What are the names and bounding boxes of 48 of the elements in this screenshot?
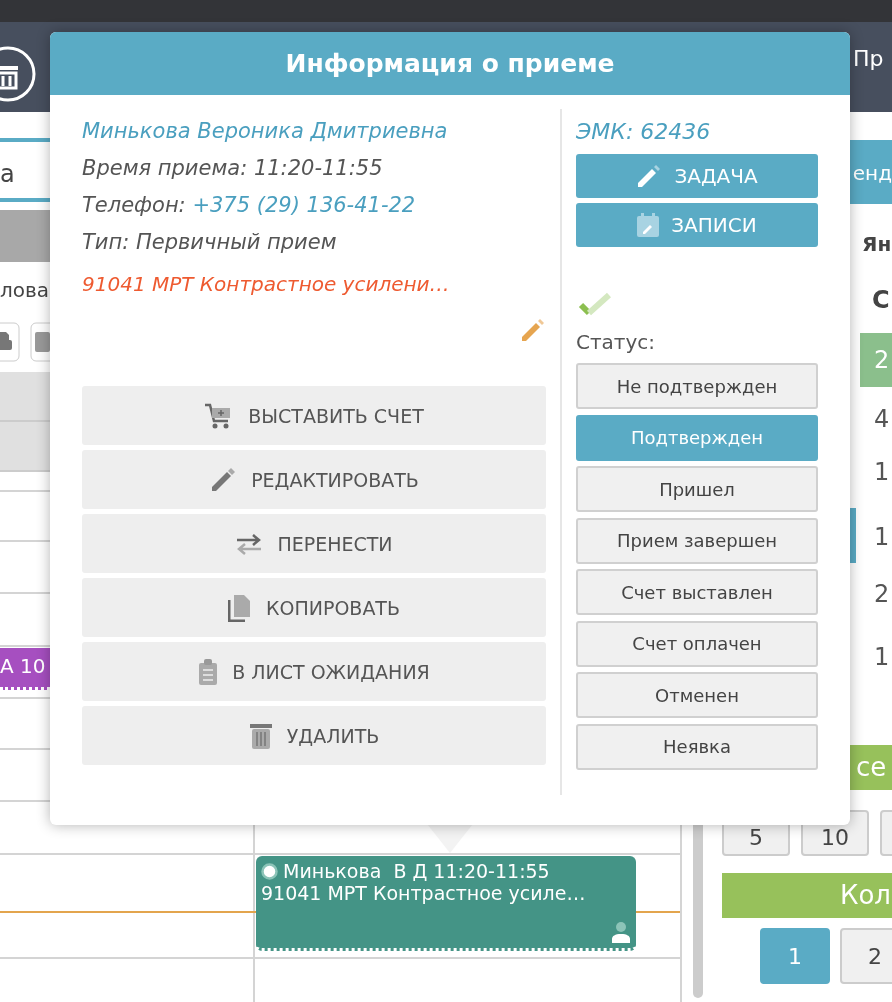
appointment-time: Время приема: 11:20-11:55 [82, 155, 384, 182]
status-button[interactable]: Пришел [576, 466, 818, 512]
circle-icon [261, 862, 278, 880]
appointment-title: Минькова В Д 11:20-11:55 [283, 860, 550, 882]
appointment-type: Тип: Первичный прием [82, 229, 338, 256]
status-label: Статус: [576, 329, 657, 356]
printer-icon[interactable] [0, 322, 20, 362]
action-button[interactable]: КОПИРОВАТЬ [82, 578, 546, 637]
calendar-day[interactable]: 1 [860, 445, 892, 499]
trash-icon [248, 721, 273, 750]
calendar-icon [637, 213, 660, 237]
status-button[interactable]: Прием завершен [576, 517, 818, 564]
action-button[interactable]: УДАЛИТЬ [82, 706, 546, 765]
calendar-day[interactable]: 1 [860, 630, 892, 684]
action-button[interactable]: ВЫСТАВИТЬ СЧЕТ [82, 386, 546, 445]
clipboard-icon[interactable] [30, 322, 50, 362]
record-number: ЭМК: 62436 [576, 118, 712, 146]
month-label: Ян [862, 232, 892, 256]
action-button[interactable]: РЕДАКТИРОВАТЬ [82, 450, 546, 509]
status-button[interactable]: Счет выставлен [576, 569, 818, 615]
field-label: лова [0, 278, 50, 302]
calendar-day[interactable]: 1 [860, 510, 892, 564]
clipboard-icon [198, 657, 219, 686]
phone-label: Телефон: [82, 193, 186, 217]
pencil-icon [209, 465, 238, 494]
status-button[interactable]: Неявка [576, 723, 818, 770]
status-button[interactable]: Не подтвержден [576, 363, 818, 409]
panel-title: енд [852, 161, 892, 185]
pencil-icon [636, 163, 663, 189]
service-name: 91041 МРТ Контрастное усилени… [82, 271, 451, 298]
weekday-label: С [872, 286, 890, 314]
action-button[interactable]: ПЕРЕНЕСТИ [82, 514, 546, 573]
swap-arrows-icon [235, 532, 264, 555]
dialog-title: Информация о приеме [285, 49, 615, 78]
action-button[interactable]: В ЛИСТ ОЖИДАНИЯ [82, 642, 546, 701]
copy-icon [228, 593, 252, 622]
menu-item[interactable]: Пр [853, 46, 884, 71]
appointment-detail: 91041 МРТ Контрастное усиле… [261, 882, 587, 904]
status-button[interactable]: Отменен [576, 672, 818, 718]
appointment-block[interactable]: А 10 [0, 648, 50, 690]
page-button[interactable]: 2 [840, 928, 892, 984]
status-button[interactable]: Счет оплачен [576, 620, 818, 667]
calendar-day[interactable]: 4 [860, 392, 892, 446]
person-icon [611, 921, 631, 943]
calendar-day[interactable]: 2 [860, 567, 892, 621]
banner-text: се [856, 752, 887, 782]
banner-text: Кол [840, 880, 891, 910]
appointment-block[interactable]: Минькова В Д 11:20-11:55 91041 МРТ Контрастное усиле… [256, 856, 636, 951]
